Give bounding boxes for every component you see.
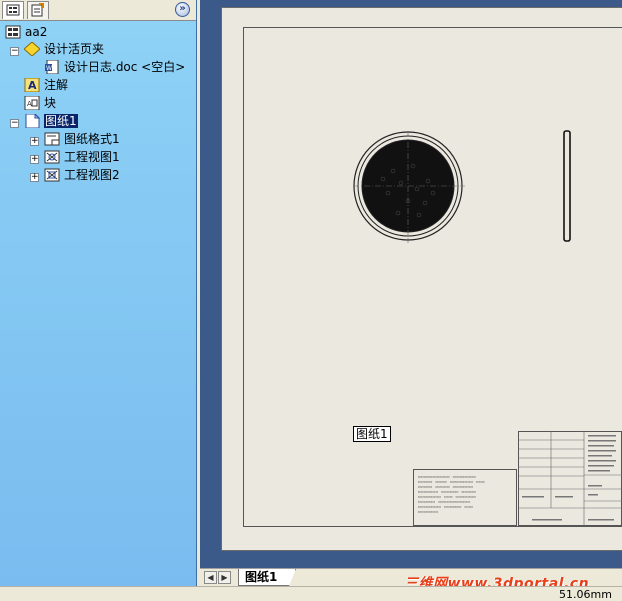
- tree-item-blocks[interactable]: A 块: [24, 95, 56, 112]
- annotation-icon: A: [24, 77, 40, 92]
- property-manager-tab[interactable]: [27, 1, 49, 19]
- binder-icon: [24, 41, 40, 56]
- tree-item-design-binder[interactable]: 设计活页夹: [24, 41, 104, 58]
- tree-item-label: 块: [44, 96, 57, 110]
- drawing-view-1-graphic[interactable]: [353, 131, 473, 246]
- sheet-icon: [25, 113, 40, 128]
- sheet-name-label: 图纸1: [353, 426, 391, 442]
- drawing-view-icon: [44, 168, 60, 181]
- tree-item-drawing-view1[interactable]: 工程视图1: [44, 149, 120, 166]
- tree-item-label: 设计活页夹: [44, 42, 105, 56]
- drawing-sheet[interactable]: 图纸1 ▭▭▭▭▭▭▭▭▭▭▭ ▭▭▭▭▭▭▭▭ ▭▭▭▭▭ ▭▭▭▭ ▭▭▭▭▭…: [221, 7, 622, 551]
- graphics-area[interactable]: 图纸1 ▭▭▭▭▭▭▭▭▭▭▭ ▭▭▭▭▭▭▭▭ ▭▭▭▭▭ ▭▭▭▭ ▭▭▭▭▭…: [200, 0, 622, 568]
- feature-manager-tab[interactable]: [2, 1, 24, 19]
- tree-item-label: 工程视图2: [64, 168, 120, 182]
- tree-root[interactable]: aa2: [5, 24, 47, 41]
- expand-view2-toggle[interactable]: +: [30, 173, 39, 182]
- tree-item-label: 设计日志.doc <空白>: [64, 60, 186, 74]
- status-measurement: 51.06mm: [559, 588, 612, 601]
- sheet-tab-sheet1[interactable]: 图纸1: [238, 569, 296, 586]
- tree-item-sheet-format1[interactable]: 图纸格式1: [44, 131, 120, 148]
- tree-item-label: 图纸1: [44, 114, 78, 128]
- title-block-grid: [518, 431, 622, 526]
- previous-sheet-button[interactable]: ◀: [204, 571, 217, 584]
- tree-root-label: aa2: [25, 25, 48, 39]
- collapse-panel-button[interactable]: »: [175, 2, 190, 17]
- svg-text:A: A: [27, 100, 32, 108]
- feature-manager-panel: » aa2 − 设计活页夹 W 设计日志.doc <空白> A 注解 A 块 −…: [0, 0, 197, 586]
- panel-tab-strip: »: [0, 0, 196, 21]
- expand-sheet-format-toggle[interactable]: +: [30, 137, 39, 146]
- tree-item-drawing-view2[interactable]: 工程视图2: [44, 167, 120, 184]
- tree-item-sheet1[interactable]: 图纸1: [24, 113, 78, 130]
- tree-item-annotations[interactable]: A 注解: [24, 77, 68, 94]
- svg-text:A: A: [28, 79, 37, 92]
- expand-view1-toggle[interactable]: +: [30, 155, 39, 164]
- drawing-view-icon: [44, 150, 60, 163]
- expand-binder-toggle[interactable]: −: [10, 47, 19, 56]
- block-icon: A: [24, 95, 40, 110]
- property-icon: [31, 3, 44, 17]
- status-bar: [0, 586, 622, 600]
- next-sheet-button[interactable]: ▶: [218, 571, 231, 584]
- drawing-view-2-graphic[interactable]: [562, 130, 574, 244]
- sheet-tab-label: 图纸1: [245, 570, 278, 584]
- tree-icon: [6, 4, 20, 16]
- sheet-format-icon: [44, 132, 60, 145]
- title-block-fine-print: ▭▭▭▭▭▭▭▭▭▭▭ ▭▭▭▭▭▭▭▭ ▭▭▭▭▭ ▭▭▭▭ ▭▭▭▭▭▭▭▭ …: [418, 474, 485, 514]
- tree-item-label: 图纸格式1: [64, 132, 120, 146]
- word-doc-icon: W: [45, 59, 59, 74]
- tree-item-label: 工程视图1: [64, 150, 120, 164]
- tree-item-label: 注解: [44, 78, 69, 92]
- title-block-notes: ▭▭▭▭▭▭▭▭▭▭▭ ▭▭▭▭▭▭▭▭ ▭▭▭▭▭ ▭▭▭▭ ▭▭▭▭▭▭▭▭ …: [413, 469, 517, 526]
- expand-sheet-toggle[interactable]: −: [10, 119, 19, 128]
- tree-item-design-log[interactable]: W 设计日志.doc <空白>: [44, 59, 185, 76]
- drawing-root-icon: [5, 25, 21, 38]
- svg-text:W: W: [46, 65, 52, 72]
